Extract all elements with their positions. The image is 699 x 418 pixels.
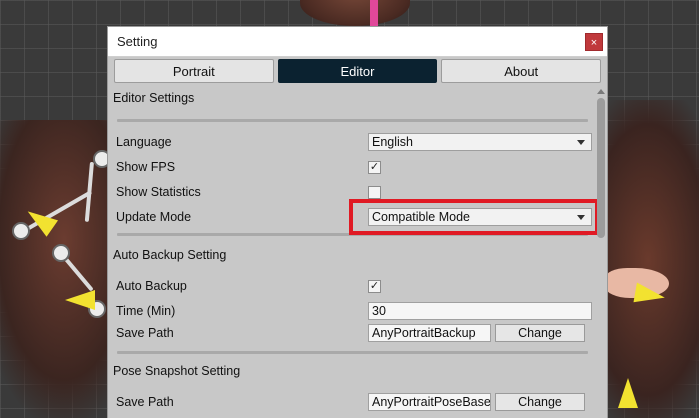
pose-save-path-label: Save Path: [116, 395, 174, 409]
row-save-path: Save Path AnyPortraitBackup Change: [113, 323, 602, 343]
section-divider: [117, 351, 588, 354]
pose-save-path-input[interactable]: AnyPortraitPoseBase: [368, 393, 491, 411]
bone-gizmo-node[interactable]: [52, 244, 70, 262]
update-mode-dropdown[interactable]: Compatible Mode: [368, 208, 592, 226]
settings-content: Editor Settings Language English Show FP…: [108, 85, 607, 418]
row-auto-backup: Auto Backup ✓: [113, 276, 602, 296]
window-title: Setting: [117, 34, 158, 49]
chevron-down-icon: [577, 139, 585, 145]
tab-editor[interactable]: Editor: [277, 59, 438, 83]
window-titlebar[interactable]: Setting ×: [108, 27, 607, 57]
auto-backup-label: Auto Backup: [116, 279, 187, 293]
scroll-up-icon[interactable]: [597, 89, 605, 94]
scrollbar-thumb[interactable]: [597, 98, 605, 238]
background-character-head: [300, 0, 410, 26]
show-statistics-checkbox[interactable]: [368, 185, 381, 199]
save-path-input[interactable]: AnyPortraitBackup: [368, 324, 491, 342]
section-divider: [117, 119, 588, 122]
section-divider: [117, 233, 588, 236]
update-mode-value: Compatible Mode: [372, 210, 470, 224]
change-save-path-button[interactable]: Change: [495, 324, 585, 342]
section-divider: [117, 269, 588, 272]
settings-window: Setting × Portrait Editor About Editor S…: [107, 26, 608, 418]
background-character-body-right: [600, 100, 699, 418]
auto-backup-checkbox[interactable]: ✓: [368, 279, 381, 293]
bone-gizmo-node[interactable]: [12, 222, 30, 240]
bone-gizmo-pointer[interactable]: [618, 378, 638, 408]
close-button[interactable]: ×: [585, 32, 603, 51]
update-mode-label: Update Mode: [116, 210, 192, 224]
row-pose-save-path: Save Path AnyPortraitPoseBase Change: [113, 392, 602, 412]
section-title-editor-settings: Editor Settings: [113, 91, 195, 105]
show-statistics-label: Show Statistics: [116, 185, 201, 199]
bone-gizmo-pointer[interactable]: [65, 290, 95, 310]
tab-portrait[interactable]: Portrait: [114, 59, 274, 83]
language-label: Language: [116, 135, 172, 149]
language-value: English: [372, 135, 413, 149]
section-divider: [117, 385, 588, 388]
show-fps-label: Show FPS: [116, 160, 176, 174]
change-pose-save-path-button[interactable]: Change: [495, 393, 585, 411]
language-dropdown[interactable]: English: [368, 133, 592, 151]
background-ribbon: [370, 0, 378, 26]
row-time: Time (Min) 30: [113, 301, 602, 321]
row-show-fps: Show FPS ✓: [113, 157, 602, 177]
section-title-pose-snapshot: Pose Snapshot Setting: [113, 364, 241, 378]
tab-about[interactable]: About: [441, 59, 602, 83]
row-update-mode: Update Mode Compatible Mode: [113, 207, 602, 227]
time-label: Time (Min): [116, 304, 176, 318]
row-language: Language English: [113, 132, 602, 152]
row-show-statistics: Show Statistics: [113, 182, 602, 202]
show-fps-checkbox[interactable]: ✓: [368, 160, 381, 174]
vertical-scrollbar[interactable]: [597, 85, 605, 418]
tab-bar: Portrait Editor About: [108, 57, 607, 85]
time-input[interactable]: 30: [368, 302, 592, 320]
section-title-auto-backup: Auto Backup Setting: [113, 248, 227, 262]
save-path-label: Save Path: [116, 326, 174, 340]
chevron-down-icon: [577, 214, 585, 220]
